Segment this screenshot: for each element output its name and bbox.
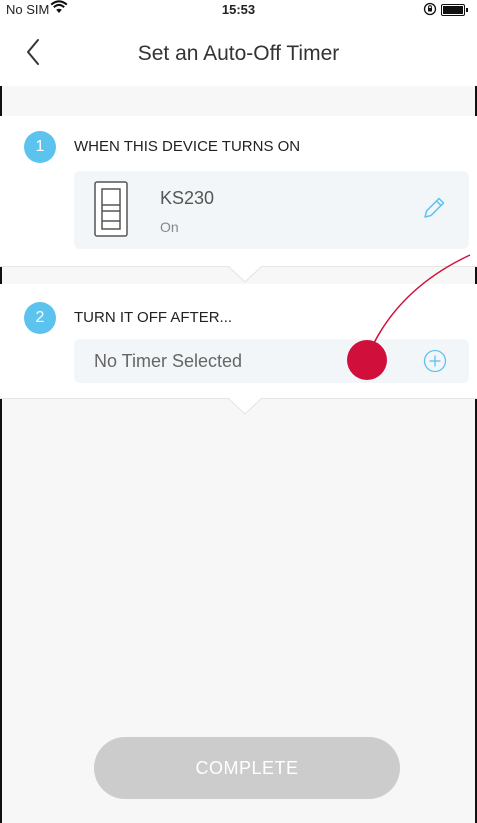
device-state: On [160, 219, 179, 235]
timer-selector[interactable]: No Timer Selected [74, 339, 469, 383]
trigger-card: 1 WHEN THIS DEVICE TURNS ON KS230 On [0, 116, 477, 267]
complete-button[interactable]: COMPLETE [94, 737, 400, 799]
step-1-badge: 1 [24, 131, 56, 163]
step-2-label: TURN IT OFF AFTER... [74, 309, 233, 326]
step-2-badge: 2 [24, 302, 56, 334]
pencil-icon[interactable] [421, 195, 447, 221]
device-name: KS230 [160, 188, 215, 208]
connector-arrow [228, 266, 262, 283]
clock: 15:53 [221, 2, 256, 17]
status-bar: No SIM 15:53 [0, 0, 477, 20]
touch-indicator [347, 340, 387, 380]
page-title: Set an Auto-Off Timer [137, 42, 340, 65]
plus-circle-icon[interactable] [423, 349, 447, 373]
step-1-label: WHEN THIS DEVICE TURNS ON [74, 138, 301, 155]
navigation-bar: Set an Auto-Off Timer [0, 20, 477, 86]
light-switch-icon [94, 181, 128, 237]
device-row[interactable]: KS230 On [74, 171, 469, 249]
connector-arrow-bottom [228, 398, 262, 415]
orientation-lock-icon [423, 2, 437, 19]
action-card: 2 TURN IT OFF AFTER... No Timer Selected [0, 284, 477, 399]
timer-placeholder: No Timer Selected [94, 351, 243, 371]
battery-icon [441, 4, 468, 16]
